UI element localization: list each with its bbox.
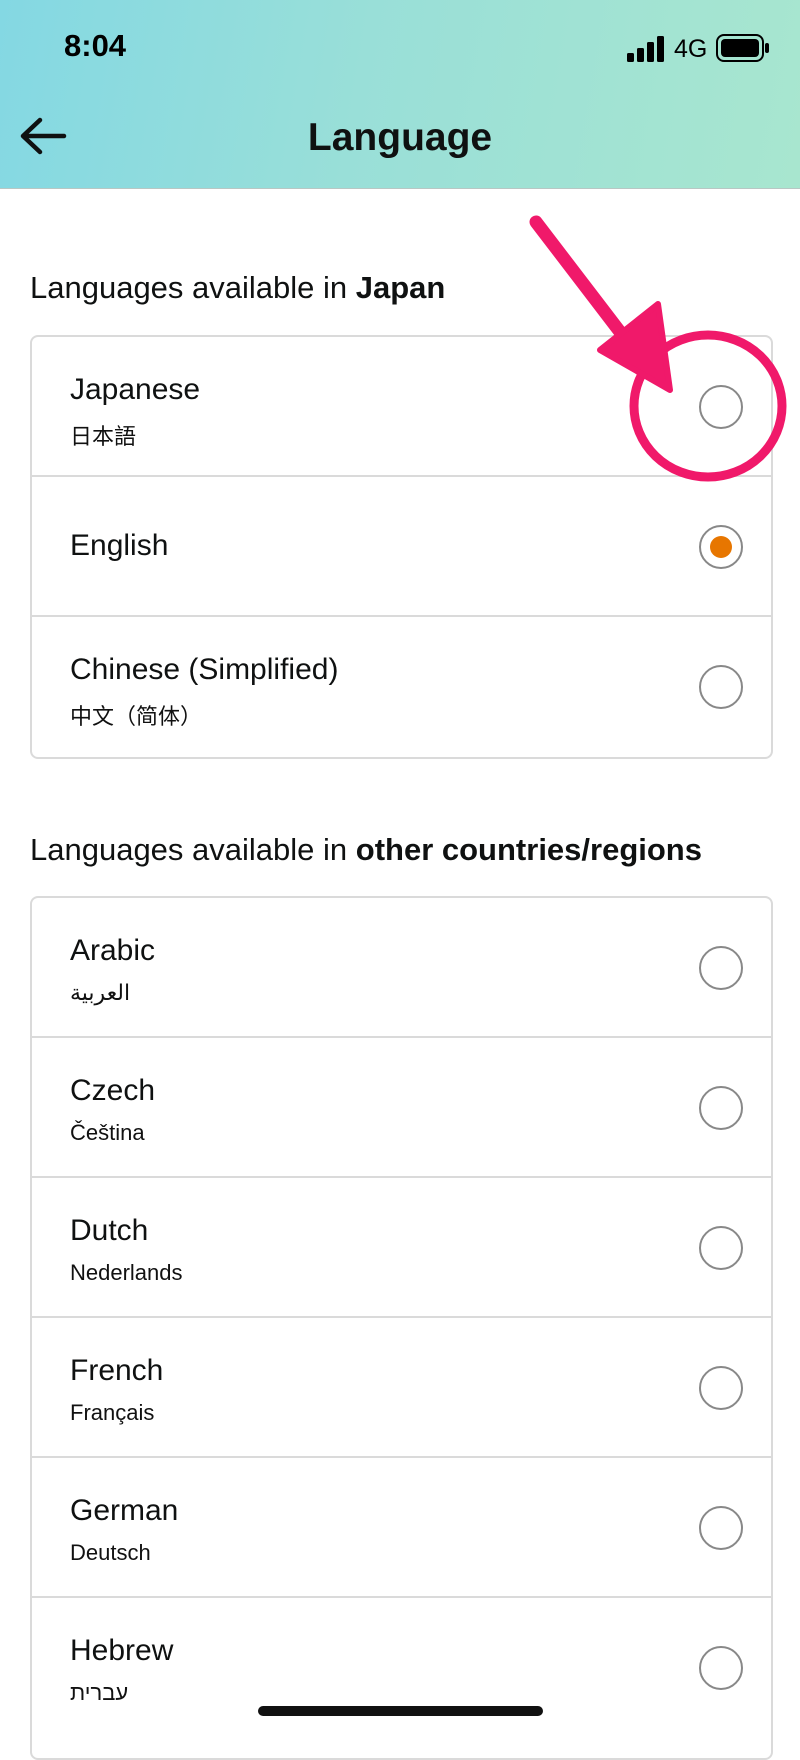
network-type: 4G	[674, 35, 708, 63]
language-option-hebrew[interactable]: Hebrew עברית	[32, 1598, 771, 1738]
language-native-name: العربية	[70, 980, 131, 1005]
radio-button[interactable]	[699, 946, 743, 990]
radio-button-selected[interactable]	[699, 525, 743, 569]
language-name: Dutch	[70, 1214, 149, 1247]
language-native-name: עברית	[70, 1680, 129, 1705]
section-heading-other-regions: Languages available in other countries/r…	[30, 832, 702, 867]
app-header: 8:04 4G Language	[0, 0, 800, 189]
language-name: Czech	[70, 1074, 156, 1107]
status-time: 8:04	[64, 28, 127, 63]
language-option-french[interactable]: French Français	[32, 1318, 771, 1458]
language-name: Arabic	[70, 934, 156, 967]
radio-button[interactable]	[699, 1646, 743, 1690]
section-heading-japan: Languages available in Japan	[30, 270, 446, 305]
battery-icon	[716, 34, 769, 62]
language-native-name: Deutsch	[70, 1540, 151, 1565]
radio-button[interactable]	[699, 1086, 743, 1130]
language-option-chinese-simplified[interactable]: Chinese (Simplified) 中文（简体）	[32, 617, 771, 757]
language-list-other-regions: Arabic العربية Czech Čeština Dutch Neder…	[30, 896, 773, 1760]
radio-button[interactable]	[699, 1366, 743, 1410]
language-native-name: 日本語	[70, 424, 137, 449]
radio-button[interactable]	[699, 1506, 743, 1550]
language-native-name: Nederlands	[70, 1260, 183, 1285]
language-name: German	[70, 1494, 179, 1527]
language-name: Chinese (Simplified)	[70, 653, 339, 686]
home-indicator[interactable]	[258, 1706, 543, 1716]
language-option-english[interactable]: English	[32, 477, 771, 617]
language-native-name: Čeština	[70, 1120, 145, 1145]
language-name: Japanese	[70, 373, 201, 406]
language-option-japanese[interactable]: Japanese 日本語	[32, 337, 771, 477]
language-native-name: 中文（简体）	[70, 704, 203, 729]
radio-button[interactable]	[699, 665, 743, 709]
language-native-name: Français	[70, 1400, 155, 1425]
radio-button[interactable]	[699, 1226, 743, 1270]
language-name: French	[70, 1354, 164, 1387]
language-list-japan: Japanese 日本語 English Chinese (Simplified…	[30, 335, 773, 759]
cellular-signal-icon	[627, 36, 664, 62]
language-option-arabic[interactable]: Arabic العربية	[32, 898, 771, 1038]
language-option-german[interactable]: German Deutsch	[32, 1458, 771, 1598]
language-name: Hebrew	[70, 1634, 174, 1667]
language-option-dutch[interactable]: Dutch Nederlands	[32, 1178, 771, 1318]
radio-button[interactable]	[699, 385, 743, 429]
page-title: Language	[307, 116, 493, 159]
language-option-czech[interactable]: Czech Čeština	[32, 1038, 771, 1178]
language-name: English	[70, 529, 169, 562]
